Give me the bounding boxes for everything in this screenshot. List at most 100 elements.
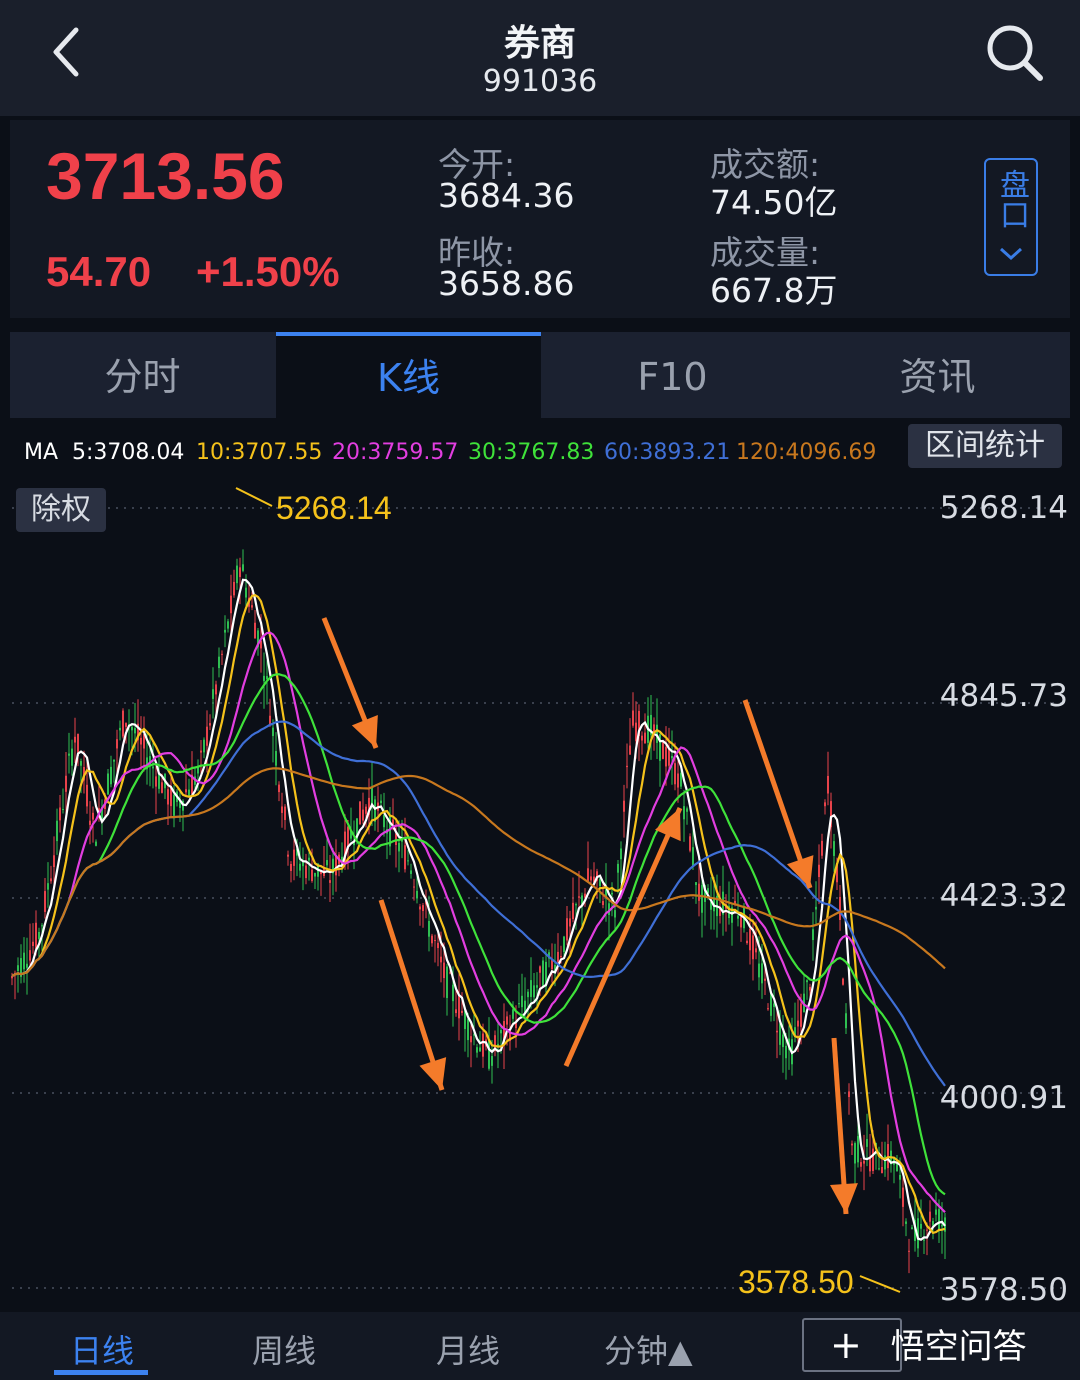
candle-body <box>155 776 157 787</box>
candle-body <box>470 1036 472 1043</box>
candle-body <box>530 980 532 997</box>
active-period-underline <box>54 1370 148 1375</box>
candle-body <box>278 784 280 793</box>
candle-body <box>224 629 226 633</box>
period-monthly[interactable]: 月线 <box>436 1326 500 1372</box>
candle-body <box>827 775 829 794</box>
candle-body <box>251 605 253 608</box>
period-minute[interactable]: 分钟▲ <box>604 1326 693 1372</box>
candle-body <box>461 1010 463 1013</box>
candle-body <box>113 759 115 762</box>
candle-body <box>17 965 19 972</box>
candle-body <box>404 845 406 870</box>
high-label: 5268.14 <box>276 490 392 526</box>
candle-body <box>245 587 247 598</box>
candle-body <box>134 728 136 734</box>
candle-body <box>833 841 835 856</box>
candle-body <box>119 727 121 731</box>
range-stats-button[interactable]: 区间统计 <box>908 424 1062 468</box>
candle-body <box>926 1229 928 1231</box>
candle-body <box>560 956 562 958</box>
tab-f10[interactable]: F10 <box>540 332 805 418</box>
ma-prefix: MA <box>24 440 59 465</box>
candle-body <box>797 1020 799 1027</box>
candle-body <box>611 892 613 895</box>
candle-body <box>683 806 685 820</box>
watermark-text: 悟空问答 <box>890 1327 1027 1367</box>
candle-body <box>107 773 109 795</box>
candle-body <box>776 1030 778 1033</box>
candle-body <box>692 847 694 866</box>
candle-body <box>761 963 763 984</box>
period-daily[interactable]: 日线 <box>70 1326 134 1372</box>
candle-body <box>41 925 43 927</box>
low-label: 3578.50 <box>738 1264 854 1300</box>
candle-body <box>809 987 811 991</box>
candle-body <box>557 951 559 962</box>
candle-body <box>167 789 169 805</box>
tab-news[interactable]: 资讯 <box>805 332 1070 418</box>
candle-body <box>686 808 688 812</box>
candle-body <box>806 980 808 983</box>
candle-body <box>908 1250 910 1252</box>
candle-body <box>410 870 412 874</box>
candle-body <box>920 1223 922 1229</box>
candle-body <box>116 739 118 749</box>
amount-value: 74.50亿 <box>710 183 838 222</box>
candle-body <box>44 891 46 912</box>
candle-body <box>929 1211 931 1222</box>
candle-body <box>629 745 631 755</box>
candle-body <box>740 917 742 928</box>
candle-body <box>200 750 202 753</box>
candle-body <box>521 995 523 1008</box>
candle-body <box>398 842 400 852</box>
tab-intraday[interactable]: 分时 <box>10 332 275 418</box>
candle-body <box>242 564 244 571</box>
last-price: 3713.56 <box>46 139 285 213</box>
candle-body <box>662 742 664 759</box>
order-book-label: 盘口 <box>994 169 1029 229</box>
candle-body <box>314 872 316 877</box>
candle-body <box>479 1047 481 1052</box>
candle-body <box>455 1009 457 1014</box>
candle-body <box>902 1187 904 1207</box>
candle-body <box>80 761 82 766</box>
candle-body <box>752 935 754 960</box>
candle-body <box>233 581 235 596</box>
candle-body <box>446 966 448 999</box>
candle-body <box>815 906 817 910</box>
candle-body <box>431 935 433 944</box>
candle-body <box>878 1168 880 1170</box>
y-tick-label: 5268.14 <box>939 490 1068 526</box>
candle-body <box>626 765 628 768</box>
candle-body <box>482 1033 484 1057</box>
period-bar: 日线 周线 月线 分钟▲ + 悟空问答 <box>0 1312 1080 1380</box>
candle-body <box>689 836 691 851</box>
candle-body <box>23 952 25 970</box>
candle-body <box>452 984 454 1002</box>
search-icon[interactable] <box>984 22 1046 84</box>
candle-body <box>65 775 67 792</box>
order-book-button[interactable]: 盘口 <box>984 158 1038 276</box>
candle-body <box>617 863 619 873</box>
ma-legend-item: 10:3707.55 <box>196 440 323 465</box>
candle-body <box>407 860 409 862</box>
adjust-button[interactable]: 除权 <box>16 488 106 532</box>
candle-body <box>839 896 841 920</box>
candle-body <box>440 956 442 963</box>
candle-body <box>938 1209 940 1231</box>
kline-chart[interactable] <box>0 478 1080 1308</box>
tab-kline[interactable]: K线 <box>276 332 541 418</box>
ma-line-60 <box>11 720 946 1087</box>
candle-body <box>899 1174 901 1180</box>
chart-tabs: 分时 K线 F10 资讯 <box>10 332 1070 418</box>
candle-body <box>86 784 88 807</box>
candle-body <box>230 595 232 614</box>
prev-close-value: 3658.86 <box>438 264 575 303</box>
candle-body <box>866 1139 868 1147</box>
candle-body <box>533 985 535 998</box>
candle-body <box>527 991 529 998</box>
candle-body <box>74 736 76 743</box>
period-weekly[interactable]: 周线 <box>252 1326 316 1372</box>
candle-body <box>416 890 418 899</box>
